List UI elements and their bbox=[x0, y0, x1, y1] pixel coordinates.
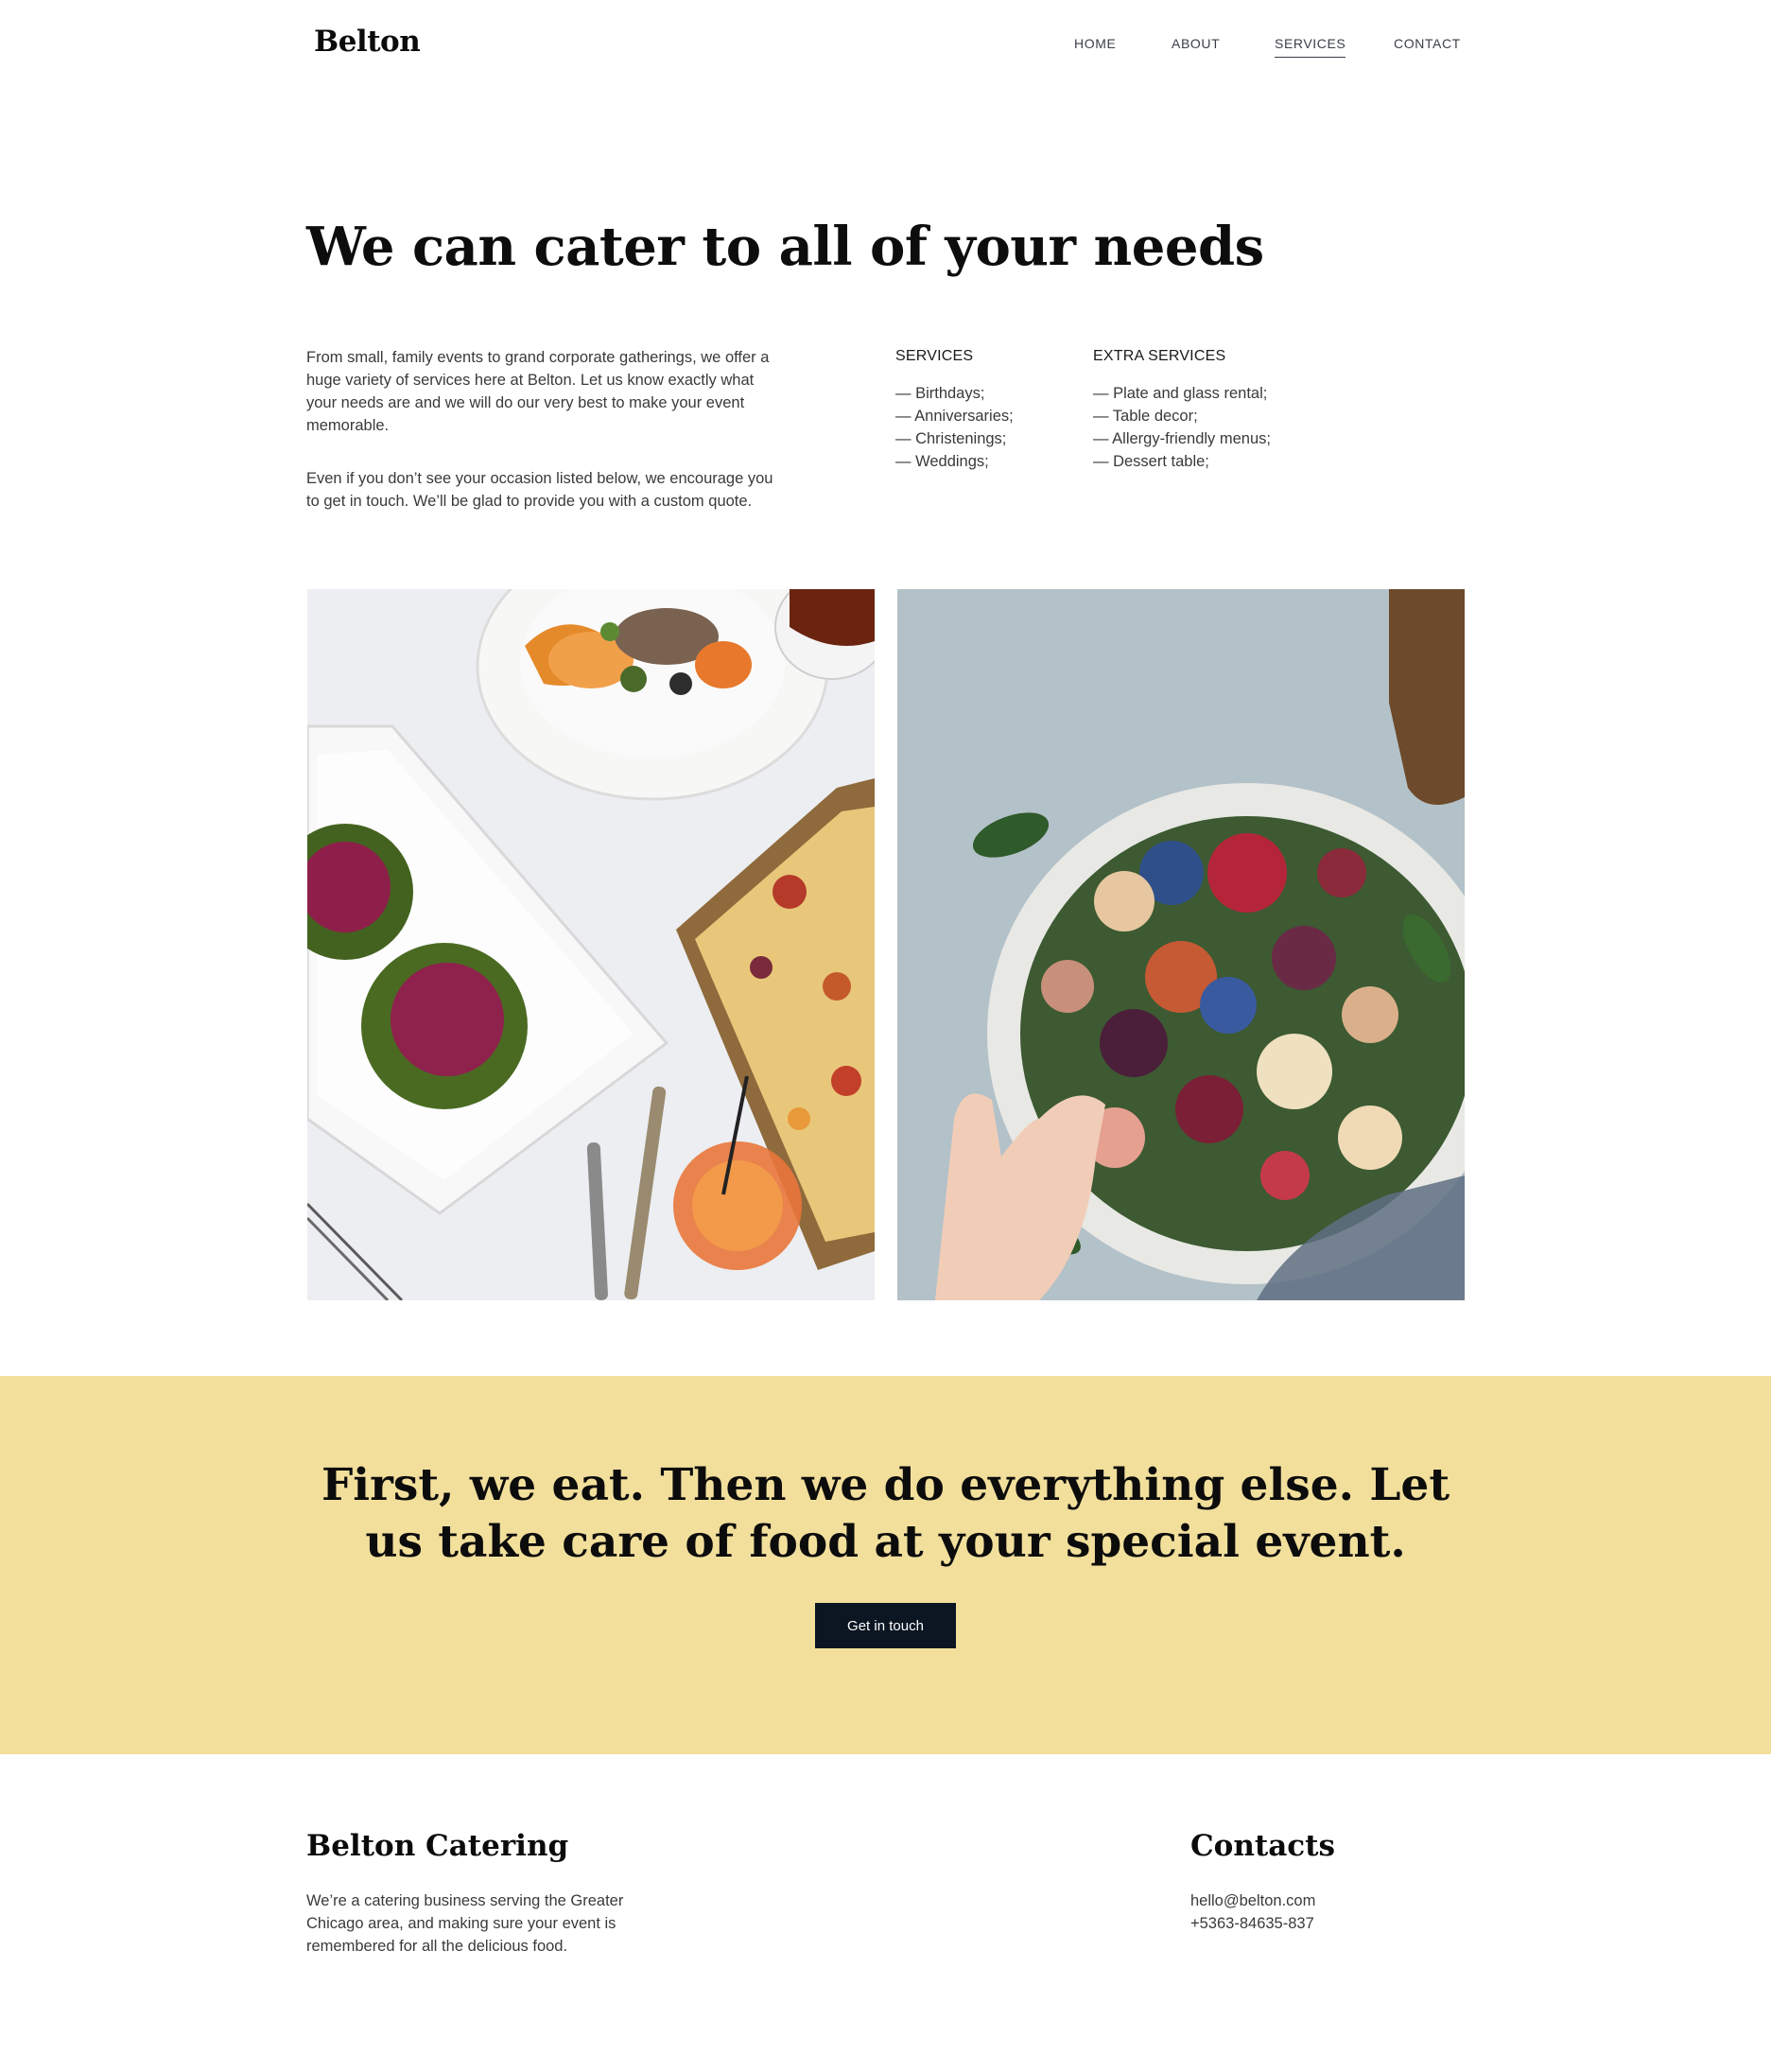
footer-brand-line: remembered for all the delicious food. bbox=[306, 1938, 568, 1955]
extra-service-item: — Allergy-friendly menus; bbox=[1093, 430, 1271, 447]
service-item: — Weddings; bbox=[895, 453, 989, 470]
contact-email[interactable]: hello@belton.com bbox=[1190, 1889, 1315, 1912]
services-list: SERVICES — Birthdays; — Anniversaries; —… bbox=[895, 348, 1014, 473]
intro-text: From small, family events to grand corpo… bbox=[306, 346, 779, 543]
service-item: — Birthdays; bbox=[895, 385, 985, 402]
services-heading: SERVICES bbox=[895, 348, 974, 364]
nav-services[interactable]: SERVICES bbox=[1275, 36, 1346, 58]
service-item: — Christenings; bbox=[895, 430, 1007, 447]
footer-brand-text: We’re a catering business serving the Gr… bbox=[306, 1889, 623, 1958]
footer-contacts-title: Contacts bbox=[1190, 1829, 1335, 1863]
main-nav: HOME ABOUT SERVICES CONTACT bbox=[0, 36, 1771, 64]
extra-service-item: — Dessert table; bbox=[1093, 453, 1209, 470]
banner-headline: First, we eat. Then we do everything els… bbox=[0, 1457, 1771, 1571]
footer-brand-line: Chicago area, and making sure your event… bbox=[306, 1915, 616, 1932]
get-in-touch-button[interactable]: Get in touch bbox=[815, 1603, 956, 1648]
nav-home[interactable]: HOME bbox=[1074, 36, 1116, 57]
extra-services-list: EXTRA SERVICES — Plate and glass rental;… bbox=[1093, 348, 1271, 473]
nav-about[interactable]: ABOUT bbox=[1172, 36, 1220, 57]
extra-services-heading: EXTRA SERVICES bbox=[1093, 348, 1226, 364]
banner-headline-line: us take care of food at your special eve… bbox=[365, 1516, 1406, 1568]
intro-paragraph: Even if you don’t see your occasion list… bbox=[306, 470, 773, 510]
contact-phone[interactable]: +5363-84635-837 bbox=[1190, 1912, 1315, 1935]
service-item: — Anniversaries; bbox=[895, 408, 1014, 425]
footer-contacts: hello@belton.com +5363-84635-837 bbox=[1190, 1889, 1315, 1935]
footer-brand-title: Belton Catering bbox=[306, 1829, 569, 1863]
banner-headline-line: First, we eat. Then we do everything els… bbox=[321, 1459, 1450, 1511]
cta-banner: First, we eat. Then we do everything els… bbox=[0, 1376, 1771, 1754]
page-title: We can cater to all of your needs bbox=[306, 216, 1264, 278]
intro-paragraph: From small, family events to grand corpo… bbox=[306, 349, 770, 434]
extra-service-item: — Plate and glass rental; bbox=[1093, 385, 1268, 402]
footer-brand-line: We’re a catering business serving the Gr… bbox=[306, 1892, 624, 1909]
food-photo-plates bbox=[307, 589, 875, 1300]
extra-service-item: — Table decor; bbox=[1093, 408, 1198, 425]
food-photo-fruit-platter bbox=[897, 589, 1465, 1300]
nav-contact[interactable]: CONTACT bbox=[1394, 36, 1461, 57]
